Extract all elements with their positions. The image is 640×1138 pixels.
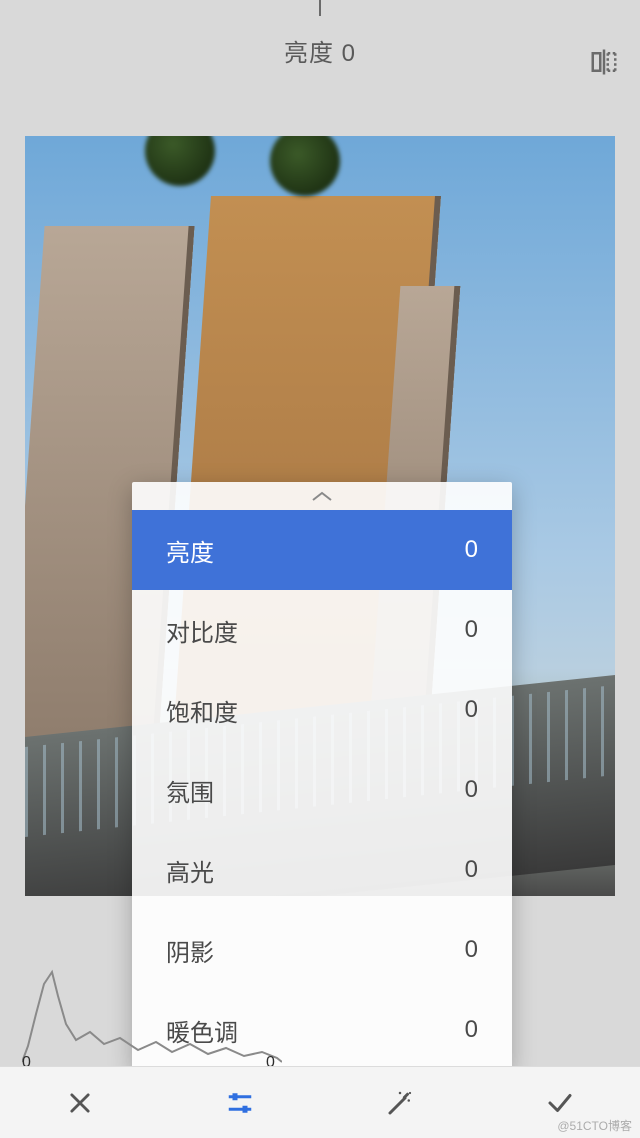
current-adjustment-name: 亮度 <box>284 40 334 67</box>
compare-button[interactable] <box>586 44 622 80</box>
adjust-value: 0 <box>465 936 478 964</box>
bottom-toolbar <box>0 1066 640 1138</box>
photo-editor-screen: 亮度 0 亮度 0 <box>0 0 640 1138</box>
adjust-row-ambiance[interactable]: 氛围 0 <box>132 750 512 830</box>
adjust-label: 氛围 <box>166 773 214 808</box>
adjust-value: 0 <box>465 696 478 724</box>
adjust-label: 对比度 <box>166 613 238 648</box>
close-icon <box>66 1089 94 1117</box>
sliders-icon <box>225 1088 255 1118</box>
adjust-label: 高光 <box>166 853 214 888</box>
current-adjustment-value: 0 <box>342 40 356 67</box>
compare-icon <box>589 47 619 77</box>
topbar: 亮度 0 <box>0 0 640 100</box>
chevron-up-icon <box>311 490 333 502</box>
adjust-value: 0 <box>465 1016 478 1044</box>
tune-button[interactable] <box>216 1079 264 1127</box>
current-adjustment-readout: 亮度 0 <box>284 33 356 68</box>
adjust-value: 0 <box>465 536 478 564</box>
magic-wand-icon <box>385 1088 415 1118</box>
adjust-row-contrast[interactable]: 对比度 0 <box>132 590 512 670</box>
slider-center-tick <box>319 0 321 16</box>
adjust-value: 0 <box>465 616 478 644</box>
auto-enhance-button[interactable] <box>376 1079 424 1127</box>
adjust-value: 0 <box>465 856 478 884</box>
foliage-graphic <box>145 136 215 186</box>
adjust-label: 亮度 <box>166 533 214 568</box>
adjust-row-saturation[interactable]: 饱和度 0 <box>132 670 512 750</box>
adjust-row-highlights[interactable]: 高光 0 <box>132 830 512 910</box>
foliage-graphic <box>270 136 340 196</box>
cancel-button[interactable] <box>56 1079 104 1127</box>
popup-collapse-handle[interactable] <box>132 482 512 510</box>
adjust-row-brightness[interactable]: 亮度 0 <box>132 510 512 590</box>
adjust-value: 0 <box>465 776 478 804</box>
check-icon <box>545 1088 575 1118</box>
adjust-label: 饱和度 <box>166 693 238 728</box>
watermark: @51CTO博客 <box>557 1117 632 1134</box>
histogram <box>22 954 282 1064</box>
